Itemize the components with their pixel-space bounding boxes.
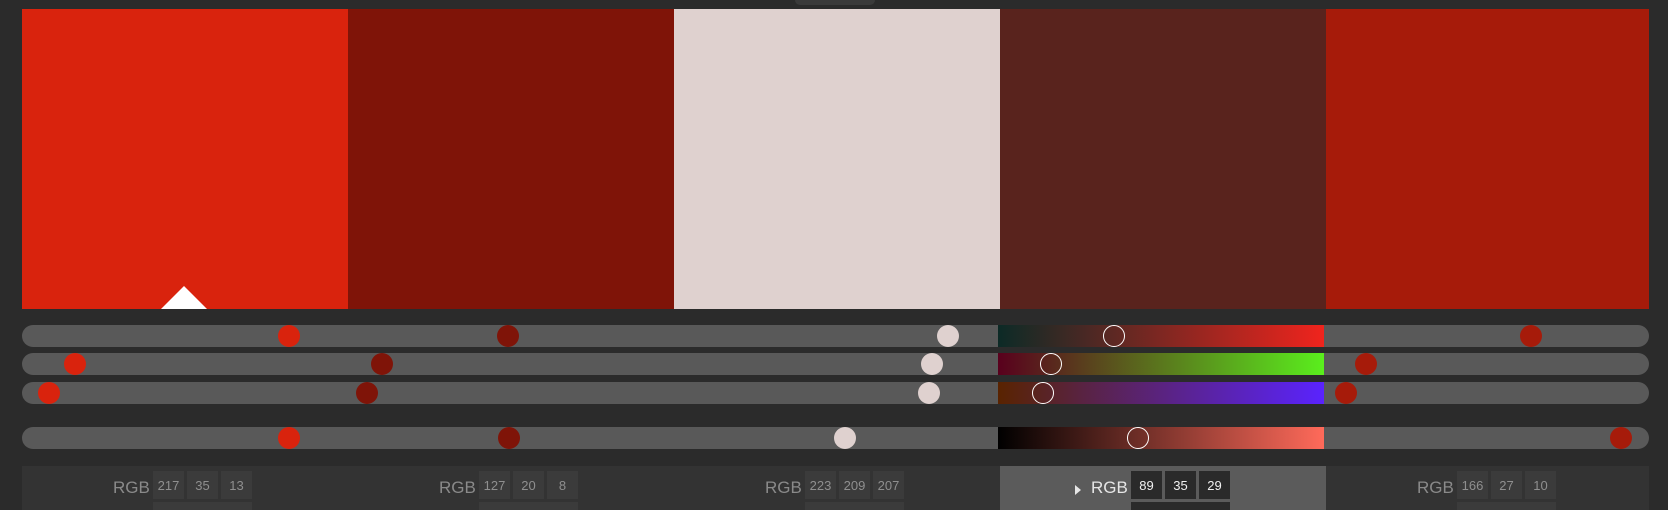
- swatch-3-brightness-handle[interactable]: [834, 427, 856, 449]
- green-value[interactable]: 35: [187, 471, 218, 499]
- base-color-triangle-icon[interactable]: [161, 286, 207, 309]
- red-channel-gradient[interactable]: [998, 325, 1324, 347]
- swatch-1-blue-handle[interactable]: [38, 382, 60, 404]
- value-field-edge: [1131, 502, 1230, 510]
- red-value[interactable]: 89: [1131, 471, 1162, 499]
- green-value[interactable]: 20: [513, 471, 544, 499]
- swatch-4[interactable]: [1000, 9, 1326, 309]
- red-channel-track[interactable]: [22, 325, 1649, 347]
- swatch-2-values[interactable]: RGB 127 20 8: [348, 466, 674, 510]
- color-mode-label[interactable]: RGB: [439, 478, 476, 498]
- color-values-row: RGB 217 35 13 RGB 127 20 8 RGB 223 209 2…: [22, 466, 1649, 510]
- color-mode-label[interactable]: RGB: [765, 478, 802, 498]
- swatch-3-green-handle[interactable]: [921, 353, 943, 375]
- color-swatches: [22, 9, 1649, 309]
- swatch-5[interactable]: [1326, 9, 1649, 309]
- blue-channel-track[interactable]: [22, 382, 1649, 404]
- blue-value[interactable]: 10: [1525, 471, 1556, 499]
- green-value[interactable]: 35: [1165, 471, 1196, 499]
- top-tab-notch: [795, 0, 875, 5]
- swatch-5-blue-handle[interactable]: [1335, 382, 1357, 404]
- swatch-1-values[interactable]: RGB 217 35 13: [22, 466, 348, 510]
- swatch-2[interactable]: [348, 9, 674, 309]
- blue-value[interactable]: 8: [547, 471, 578, 499]
- value-field-edge: [479, 502, 578, 510]
- swatch-4-green-handle[interactable]: [1040, 353, 1062, 375]
- swatch-2-red-handle[interactable]: [497, 325, 519, 347]
- swatch-3[interactable]: [674, 9, 1000, 309]
- brightness-gradient[interactable]: [998, 427, 1324, 449]
- blue-value[interactable]: 29: [1199, 471, 1230, 499]
- swatch-1-red-handle[interactable]: [278, 325, 300, 347]
- blue-value[interactable]: 207: [873, 471, 904, 499]
- red-value[interactable]: 166: [1457, 471, 1488, 499]
- swatch-4-red-handle[interactable]: [1103, 325, 1125, 347]
- red-value[interactable]: 223: [805, 471, 836, 499]
- swatch-2-blue-handle[interactable]: [356, 382, 378, 404]
- red-value[interactable]: 127: [479, 471, 510, 499]
- swatch-3-blue-handle[interactable]: [918, 382, 940, 404]
- color-mode-label[interactable]: RGB: [1091, 478, 1128, 498]
- color-mode-label[interactable]: RGB: [1417, 478, 1454, 498]
- value-field-edge: [805, 502, 904, 510]
- swatch-5-values[interactable]: RGB 166 27 10: [1326, 466, 1649, 510]
- green-value[interactable]: 209: [839, 471, 870, 499]
- swatch-3-red-handle[interactable]: [937, 325, 959, 347]
- value-field-edge: [1457, 502, 1556, 510]
- swatch-1-green-handle[interactable]: [64, 353, 86, 375]
- blue-value[interactable]: 13: [221, 471, 252, 499]
- color-mode-label[interactable]: RGB: [113, 478, 150, 498]
- green-value[interactable]: 27: [1491, 471, 1522, 499]
- disclosure-triangle-icon[interactable]: [1075, 485, 1081, 495]
- swatch-4-brightness-handle[interactable]: [1127, 427, 1149, 449]
- swatch-1[interactable]: [22, 9, 348, 309]
- swatch-5-green-handle[interactable]: [1355, 353, 1377, 375]
- green-channel-track[interactable]: [22, 353, 1649, 375]
- red-value[interactable]: 217: [153, 471, 184, 499]
- swatch-2-brightness-handle[interactable]: [498, 427, 520, 449]
- swatch-2-green-handle[interactable]: [371, 353, 393, 375]
- swatch-5-brightness-handle[interactable]: [1610, 427, 1632, 449]
- value-field-edge: [153, 502, 252, 510]
- swatch-5-red-handle[interactable]: [1520, 325, 1542, 347]
- swatch-4-values[interactable]: RGB 89 35 29: [1000, 466, 1326, 510]
- swatch-1-brightness-handle[interactable]: [278, 427, 300, 449]
- swatch-4-blue-handle[interactable]: [1032, 382, 1054, 404]
- swatch-3-values[interactable]: RGB 223 209 207: [674, 466, 1000, 510]
